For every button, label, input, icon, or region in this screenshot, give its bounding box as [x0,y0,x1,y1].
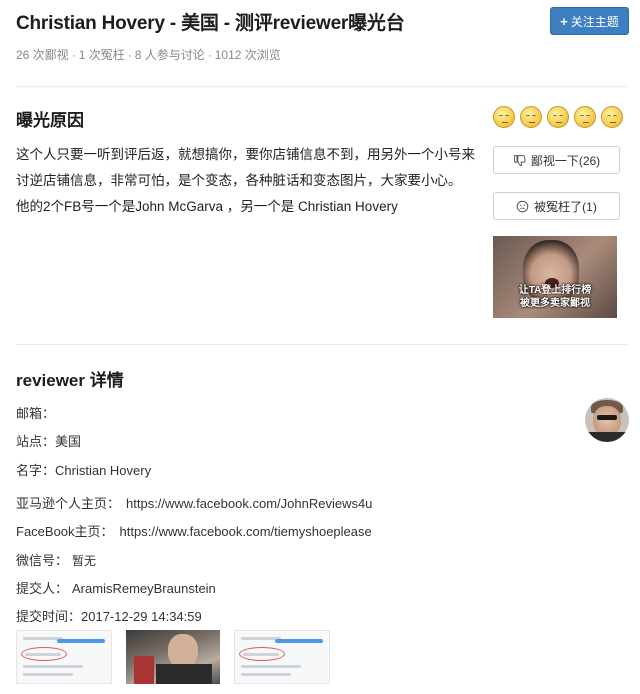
wronged-button[interactable]: 被冤枉了(1) [493,192,620,220]
contempt-count: 26 次鄙视 [16,48,69,62]
site-label: 站点： [16,434,56,449]
exposure-section-title: 曝光原因 [16,111,84,130]
participant-count: 8 人参与讨论 [134,48,205,62]
emoji-rating-row [493,106,623,128]
details-section-title: reviewer 详情 [16,371,124,390]
submitter-value: AramisRemeyBraunstein [72,581,216,596]
site-row: 站点：美国 [16,431,81,450]
view-count: 1012 次浏览 [214,48,281,62]
reason-line: 讨逆店铺信息，非常可怕，是个变态，各种脏话和变态图片，大家要小心。 [16,173,462,188]
reason-line: 他的2个FB号一个是John McGarva ，另一个是 Christian H… [16,199,398,214]
emoji-face-icon[interactable] [520,106,542,128]
contempt-button-label: 鄙视一下(26) [530,153,601,168]
meme-image: 让TA登上排行榜 被更多卖家鄙视 [493,236,617,318]
reason-line: 这个人只要一听到评后返，就想搞你，要你店铺信息不到，用另外一个小号来 [16,147,475,162]
contempt-button[interactable]: 鄙视一下(26) [493,146,620,174]
submitter-row: 提交人： AramisRemeyBraunstein [16,578,216,597]
wechat-value: 暂无 [72,554,97,568]
amazon-profile-label: 亚马逊个人主页： [16,496,121,511]
topic-stats: 26 次鄙视 · 1 次冤枉 · 8 人参与讨论 · 1012 次浏览 [16,48,281,62]
plus-icon: + [560,13,568,29]
thumbs-down-icon [513,154,526,166]
facebook-profile-row: FaceBook主页： https://www.facebook.com/tiem… [16,521,372,540]
name-value: Christian Hovery [55,463,152,478]
email-row: 邮箱： [16,403,55,422]
emoji-face-icon[interactable] [493,106,515,128]
exposure-reason-text: 这个人只要一听到评后返，就想搞你，要你店铺信息不到，用另外一个小号来 讨逆店铺信… [16,142,476,220]
evidence-photo-thumbnail[interactable] [126,630,220,684]
emoji-face-icon[interactable] [574,106,596,128]
emoji-face-icon[interactable] [547,106,569,128]
wronged-count: 1 次冤枉 [78,48,125,62]
divider [16,86,628,87]
submit-time-row: 提交时间：2017-12-29 14:34:59 [16,606,202,625]
follow-topic-button[interactable]: + 关注主题 [550,7,629,35]
divider [16,344,628,345]
submitter-label: 提交人： [16,581,69,596]
wechat-row: 微信号： 暂无 [16,550,96,569]
email-label: 邮箱： [16,406,56,421]
submit-time-value: 2017-12-29 14:34:59 [81,609,202,624]
emoji-face-icon[interactable] [601,106,623,128]
wronged-button-label: 被冤枉了(1) [534,199,597,214]
facebook-profile-label: FaceBook主页： [16,524,114,539]
meme-caption: 被更多卖家鄙视 [520,298,590,309]
meme-caption: 让TA登上排行榜 [518,285,592,296]
evidence-screenshot-thumbnail[interactable] [16,630,112,684]
site-value: 美国 [55,434,82,449]
page-title: Christian Hovery - 美国 - 测评reviewer曝光台 [16,13,405,34]
submit-time-label: 提交时间： [16,609,82,624]
name-label: 名字： [16,463,56,478]
name-row: 名字：Christian Hovery [16,460,151,479]
evidence-screenshot-thumbnail[interactable] [234,630,330,684]
sad-face-icon [516,200,529,212]
wechat-label: 微信号： [16,553,69,568]
amazon-profile-row: 亚马逊个人主页： https://www.facebook.com/JohnRev… [16,493,372,512]
follow-topic-label: 关注主题 [570,14,619,29]
amazon-profile-link[interactable]: https://www.facebook.com/JohnReviews4u [126,496,372,511]
facebook-profile-link[interactable]: https://www.facebook.com/tiemyshoeplease [120,524,372,539]
avatar [585,398,629,442]
